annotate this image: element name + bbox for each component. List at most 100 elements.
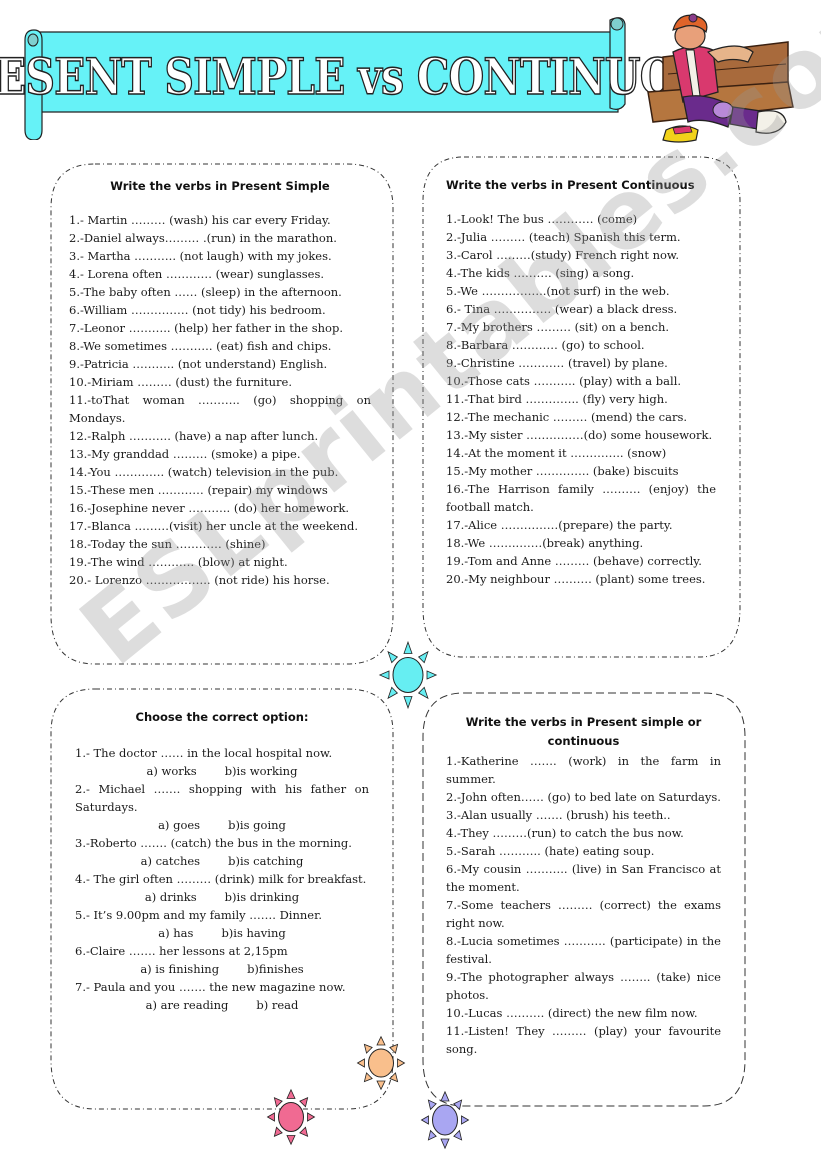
sun-ray (397, 1058, 406, 1068)
exercise-item: 16.-The Harrison family ………. (enjoy) the… (446, 482, 716, 514)
exercise-list: 1.-Look! The bus ………… (come) 2.-Julia ………… (446, 210, 716, 588)
exercise-item: 5.-The baby often …… (sleep) in the afte… (69, 285, 342, 299)
question: 7.- Paula and you ……. the new magazine n… (75, 980, 346, 994)
option-a[interactable]: a) goes (158, 816, 200, 834)
sun-ray (356, 1058, 365, 1068)
exercise-item: 4.- Lorena often ………… (wear) sunglasses. (69, 267, 325, 281)
exercise-item: 20.-My neighbour ………. (plant) some trees… (446, 572, 706, 586)
exercise-item: 18.-Today the sun ………… (shine) (69, 537, 266, 551)
sun-ray (403, 696, 413, 710)
answer-options: a) has b)is having (75, 924, 369, 942)
exercise-item: 10.-Those cats ……….. (play) with a ball. (446, 374, 682, 388)
present-continuous-exercise: Write the verbs in Present Continuous 1.… (419, 153, 744, 661)
question: 1.- The doctor …… in the local hospital … (75, 746, 333, 760)
exercise-item: 3.-Alan usually ……. (brush) his teeth.. (446, 808, 671, 822)
option-b[interactable]: b)is catching (228, 852, 303, 870)
sun-ray (387, 650, 399, 664)
sun-ray (403, 640, 413, 654)
exercise-item: 3.-Carol ………(study) French right now. (446, 248, 680, 262)
exercise-list: 1.-Katherine ……. (work) in the farm in s… (446, 752, 721, 1058)
sun-ray (440, 1090, 450, 1102)
sun-ray (440, 1138, 450, 1150)
sun-ray (427, 1129, 437, 1141)
exercise-item: 7.-Some teachers ……… (correct) the exams… (446, 898, 721, 930)
exercise-item: 1.- Martin ……… (wash) his car every Frid… (69, 213, 331, 227)
exercise-item: 2.-Julia ……… (teach) Spanish this term. (446, 230, 681, 244)
sun-disc (368, 1048, 394, 1078)
section-title: Write the verbs in Present Continuous (446, 178, 695, 192)
sun-ray (273, 1126, 283, 1137)
option-b[interactable]: b)finishes (247, 960, 304, 978)
section-title: Write the verbs in Present simple or con… (465, 715, 702, 748)
exercise-item: 3.- Martha ……….. (not laugh) with my jok… (69, 249, 332, 263)
sun-ray (273, 1097, 283, 1108)
worksheet-title: PRESENT SIMPLE vs CONTINUOUS (0, 46, 740, 107)
option-b[interactable]: b)is having (221, 924, 285, 942)
exercise-item: 8.-Lucia sometimes ……….. (participate) i… (446, 934, 721, 966)
sun-purple-icon (420, 1090, 470, 1150)
exercise-item: 12.-Ralph ……….. (have) a nap after lunch… (69, 429, 319, 443)
exercise-item: 7.-My brothers ……… (sit) on a bench. (446, 320, 670, 334)
answer-options: a) catches b)is catching (75, 852, 369, 870)
sun-disc (278, 1102, 304, 1132)
sun-ray (376, 1035, 386, 1046)
sun-ray (387, 686, 399, 700)
sun-ray (453, 1099, 463, 1111)
sun-ray (389, 1043, 399, 1054)
answer-options: a) is finishing b)finishes (75, 960, 369, 978)
exercise-item: 17.-Alice ……………(prepare) the party. (446, 518, 673, 532)
question: 3.-Roberto ……. (catch) the bus in the mo… (75, 836, 352, 850)
section-title: Choose the correct option: (135, 710, 309, 724)
sun-ray (453, 1129, 463, 1141)
sun-ray (307, 1112, 316, 1122)
sun-ray (417, 686, 429, 700)
option-a[interactable]: a) catches (141, 852, 200, 870)
exercise-item: 16.-Josephine never ……….. (do) her homew… (69, 501, 350, 515)
exercise-item: 8.-We sometimes ……….. (eat) fish and chi… (69, 339, 332, 353)
exercise-item: 12.-The mechanic ……… (mend) the cars. (446, 410, 688, 424)
sun-cyan-icon (378, 640, 438, 710)
section-title: Write the verbs in Present Simple (110, 179, 330, 193)
option-a[interactable]: a) is finishing (140, 960, 219, 978)
exercise-item: 6.- Tina …………… (wear) a black dress. (446, 302, 678, 316)
exercise-item: 2.-Daniel always……… .(run) in the marath… (69, 231, 337, 245)
option-b[interactable]: b)is going (228, 816, 286, 834)
exercise-item: 11.-That bird ………….. (fly) very high. (446, 392, 668, 406)
exercise-item: 19.-Tom and Anne ……… (behave) correctly. (446, 554, 702, 568)
exercise-item: 10.-Lucas ………. (direct) the new film now… (446, 1006, 698, 1020)
exercise-item: 13.-My granddad ……… (smoke) a pipe. (69, 447, 301, 461)
sun-orange-icon (356, 1035, 406, 1091)
option-b[interactable]: b) read (256, 996, 298, 1014)
sun-disc (432, 1104, 458, 1136)
exercise-item: 6.-William …………… (not tidy) his bedroom. (69, 303, 326, 317)
exercise-item: 11.-toThat woman ……….. (go) shopping on … (69, 393, 371, 425)
exercise-list: 1.- The doctor …… in the local hospital … (75, 744, 369, 1014)
injured-footballer-illustration (638, 12, 796, 152)
option-b[interactable]: b)is working (225, 762, 298, 780)
exercise-item: 9.-Christine ………… (travel) by plane. (446, 356, 668, 370)
option-a[interactable]: a) are reading (146, 996, 229, 1014)
option-b[interactable]: b)is drinking (225, 888, 299, 906)
question: 5.- It’s 9.00pm and my family ……. Dinner… (75, 908, 322, 922)
sun-ray (363, 1043, 373, 1054)
exercise-item: 2.-John often…… (go) to bed late on Satu… (446, 790, 721, 804)
sun-ray (376, 1080, 386, 1091)
sun-ray (426, 670, 438, 680)
question: 6.-Claire ……. her lessons at 2,15pm (75, 944, 288, 958)
option-a[interactable]: a) has (158, 924, 193, 942)
sun-ray (363, 1072, 373, 1083)
answer-options: a) works b)is working (75, 762, 369, 780)
option-a[interactable]: a) drinks (145, 888, 197, 906)
exercise-item: 5.-We ……………..(not surf) in the web. (446, 284, 670, 298)
sun-ray (461, 1115, 470, 1125)
exercise-item: 18.-We ……..……(break) anything. (446, 536, 644, 550)
exercise-item: 6.-My cousin ……….. (live) in San Francis… (446, 862, 721, 894)
sun-ray (286, 1088, 296, 1099)
exercise-item: 5.-Sarah ……….. (hate) eating soup. (446, 844, 655, 858)
exercise-item: 13.-My sister ……………(do) some housework. (446, 428, 713, 442)
exercise-item: 1.-Katherine ……. (work) in the farm in s… (446, 754, 721, 786)
simple-or-continuous-exercise: Write the verbs in Present simple or con… (419, 685, 749, 1110)
option-a[interactable]: a) works (147, 762, 197, 780)
exercise-item: 9.-The photographer always …….. (take) n… (446, 970, 721, 1002)
sun-ray (266, 1112, 275, 1122)
